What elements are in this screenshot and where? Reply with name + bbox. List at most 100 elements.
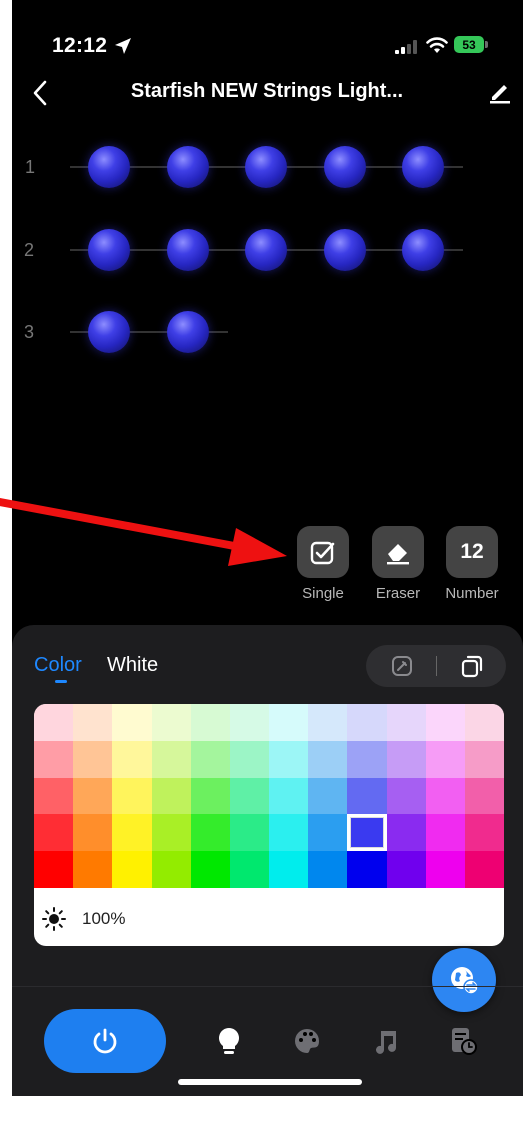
color-swatch[interactable] bbox=[73, 851, 113, 888]
color-swatch[interactable] bbox=[73, 740, 113, 778]
color-swatch[interactable] bbox=[229, 777, 269, 815]
color-swatch[interactable] bbox=[34, 777, 74, 815]
color-swatch[interactable] bbox=[229, 740, 269, 778]
eraser-button[interactable] bbox=[372, 526, 424, 578]
single-select-button[interactable] bbox=[297, 526, 349, 578]
color-swatch[interactable] bbox=[308, 814, 348, 852]
color-swatch[interactable] bbox=[269, 814, 309, 852]
color-swatch[interactable] bbox=[190, 740, 230, 778]
light-bulb[interactable] bbox=[88, 311, 130, 353]
light-bulb[interactable] bbox=[167, 311, 209, 353]
color-swatch[interactable] bbox=[151, 814, 191, 852]
eraser-icon bbox=[387, 544, 409, 565]
color-swatch[interactable] bbox=[190, 814, 230, 852]
string-row-label: 3 bbox=[24, 322, 35, 342]
color-swatch[interactable] bbox=[347, 851, 387, 888]
color-swatch[interactable] bbox=[34, 851, 74, 888]
color-swatch[interactable] bbox=[269, 777, 309, 815]
edit-icon[interactable] bbox=[488, 80, 512, 104]
color-swatch[interactable] bbox=[425, 851, 465, 888]
color-swatch[interactable] bbox=[347, 704, 387, 741]
schedule-icon[interactable] bbox=[449, 1026, 477, 1056]
color-swatch[interactable] bbox=[269, 851, 309, 888]
string-row-label: 1 bbox=[25, 157, 36, 177]
color-swatch[interactable] bbox=[112, 814, 152, 852]
color-swatch[interactable] bbox=[347, 740, 387, 778]
color-swatch[interactable] bbox=[112, 740, 152, 778]
color-swatch-selected[interactable] bbox=[347, 814, 387, 852]
color-swatch[interactable] bbox=[308, 704, 348, 741]
color-swatch[interactable] bbox=[151, 704, 191, 741]
color-swatch[interactable] bbox=[229, 814, 269, 852]
color-swatch[interactable] bbox=[464, 704, 504, 741]
palette-icon[interactable] bbox=[293, 1026, 321, 1056]
color-swatch[interactable] bbox=[308, 777, 348, 815]
light-bulb[interactable] bbox=[245, 229, 287, 271]
color-swatch[interactable] bbox=[347, 777, 387, 815]
light-bulb[interactable] bbox=[88, 146, 130, 188]
music-icon[interactable] bbox=[372, 1026, 400, 1056]
color-swatch[interactable] bbox=[73, 777, 113, 815]
color-swatch[interactable] bbox=[386, 777, 426, 815]
light-bulb[interactable] bbox=[402, 146, 444, 188]
back-icon[interactable] bbox=[32, 80, 48, 106]
color-swatch[interactable] bbox=[34, 740, 74, 778]
color-swatch[interactable] bbox=[151, 740, 191, 778]
color-swatch[interactable] bbox=[464, 851, 504, 888]
globe-swap-button[interactable] bbox=[432, 948, 496, 1012]
light-bulb[interactable] bbox=[167, 229, 209, 271]
color-swatch[interactable] bbox=[464, 814, 504, 852]
color-swatch[interactable] bbox=[190, 704, 230, 741]
color-swatch[interactable] bbox=[112, 777, 152, 815]
color-swatch[interactable] bbox=[386, 851, 426, 888]
color-swatch[interactable] bbox=[386, 740, 426, 778]
color-swatch[interactable] bbox=[34, 814, 74, 852]
tab-color[interactable]: Color bbox=[34, 654, 82, 677]
tab-white[interactable]: White bbox=[107, 654, 158, 677]
nav-divider bbox=[12, 986, 523, 987]
power-button[interactable] bbox=[44, 1009, 166, 1073]
light-bulb[interactable] bbox=[88, 229, 130, 271]
light-bulb[interactable] bbox=[324, 229, 366, 271]
color-swatch[interactable] bbox=[151, 777, 191, 815]
number-button[interactable]: 12 bbox=[446, 526, 498, 578]
color-swatch[interactable] bbox=[73, 704, 113, 741]
color-swatch[interactable] bbox=[112, 704, 152, 741]
color-swatch[interactable] bbox=[269, 704, 309, 741]
color-mode-icon[interactable] bbox=[390, 654, 414, 678]
battery-level: 53 bbox=[462, 37, 476, 52]
light-bulb[interactable] bbox=[402, 229, 444, 271]
color-swatch[interactable] bbox=[34, 704, 74, 741]
color-swatch[interactable] bbox=[386, 814, 426, 852]
battery-indicator: 53 bbox=[454, 36, 484, 53]
color-swatch[interactable] bbox=[425, 740, 465, 778]
color-swatch[interactable] bbox=[229, 704, 269, 741]
color-swatch[interactable] bbox=[73, 814, 113, 852]
light-bulb[interactable] bbox=[324, 146, 366, 188]
color-swatch[interactable] bbox=[425, 777, 465, 815]
copy-mode-icon[interactable] bbox=[460, 654, 484, 678]
bulb-icon[interactable] bbox=[215, 1026, 243, 1056]
color-swatch[interactable] bbox=[308, 740, 348, 778]
color-grid bbox=[34, 704, 504, 888]
color-swatch[interactable] bbox=[386, 704, 426, 741]
brightness-value[interactable]: 100% bbox=[82, 909, 125, 929]
color-swatch[interactable] bbox=[151, 851, 191, 888]
tab-active-indicator bbox=[55, 680, 67, 683]
color-swatch[interactable] bbox=[190, 777, 230, 815]
annotation-arrow bbox=[0, 498, 287, 566]
mode-divider bbox=[436, 656, 437, 676]
light-bulb[interactable] bbox=[167, 146, 209, 188]
color-swatch[interactable] bbox=[425, 814, 465, 852]
number-value: 12 bbox=[460, 540, 484, 563]
color-swatch[interactable] bbox=[464, 777, 504, 815]
color-swatch[interactable] bbox=[425, 704, 465, 741]
color-swatch[interactable] bbox=[464, 740, 504, 778]
light-bulb[interactable] bbox=[245, 146, 287, 188]
color-swatch[interactable] bbox=[269, 740, 309, 778]
color-swatch[interactable] bbox=[190, 851, 230, 888]
single-label: Single bbox=[302, 585, 344, 602]
color-swatch[interactable] bbox=[112, 851, 152, 888]
color-swatch[interactable] bbox=[308, 851, 348, 888]
color-swatch[interactable] bbox=[229, 851, 269, 888]
